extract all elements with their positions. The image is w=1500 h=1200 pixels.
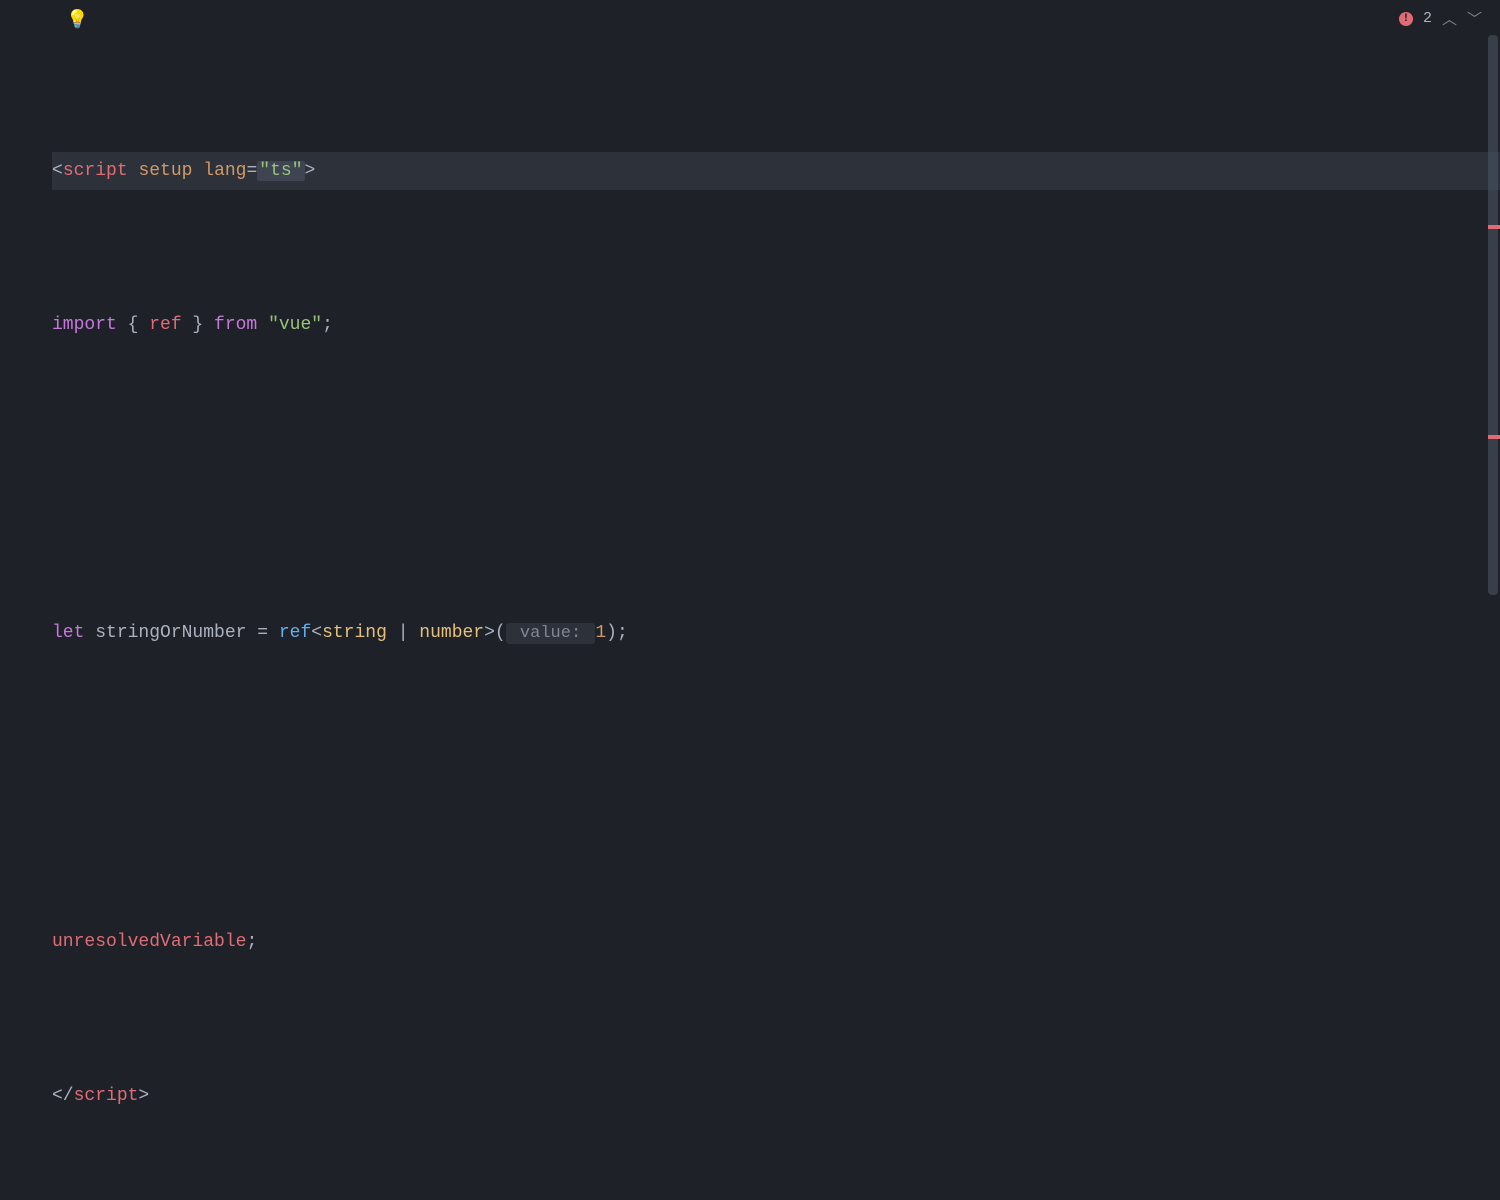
gutter-row: 💡 — [0, 4, 1500, 36]
code-line[interactable]: <script setup lang="ts"> — [52, 152, 1500, 191]
code-line[interactable]: let stringOrNumber = ref<string | number… — [52, 614, 1500, 654]
code-editor[interactable]: ! 2 ︿ ﹀ 💡 <script setup lang="ts"> impor… — [0, 0, 1500, 600]
scrollbar[interactable] — [1486, 35, 1500, 595]
inspection-widget: ! 2 ︿ ﹀ — [1399, 8, 1482, 29]
unresolved-symbol: unresolvedVariable — [52, 932, 246, 952]
code-line[interactable] — [52, 769, 1500, 808]
lightbulb-icon[interactable]: 💡 — [66, 9, 88, 31]
error-count: 2 — [1423, 10, 1432, 27]
prev-error-icon[interactable]: ︿ — [1442, 8, 1457, 29]
inlay-hint: value: — [506, 623, 596, 644]
scrollbar-thumb[interactable] — [1488, 35, 1498, 595]
code-area[interactable]: <script setup lang="ts"> import { ref } … — [0, 36, 1500, 1200]
error-marker[interactable] — [1488, 225, 1500, 229]
error-icon[interactable]: ! — [1399, 12, 1413, 26]
code-line[interactable]: unresolvedVariable; — [52, 923, 1500, 962]
next-error-icon[interactable]: ﹀ — [1467, 8, 1482, 29]
code-line[interactable] — [52, 460, 1500, 499]
error-marker[interactable] — [1488, 435, 1500, 439]
code-line[interactable]: </script> — [52, 1077, 1500, 1116]
code-line[interactable]: import { ref } from "vue"; — [52, 306, 1500, 345]
